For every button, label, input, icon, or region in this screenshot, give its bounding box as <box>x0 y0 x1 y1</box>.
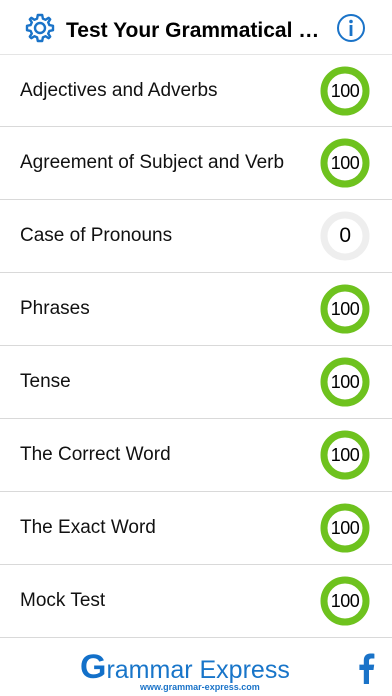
score-badge: 100 <box>320 66 370 116</box>
topic-row[interactable]: Tense 100 <box>0 346 392 419</box>
score-badge: 100 <box>320 503 370 553</box>
score-badge: 100 <box>320 430 370 480</box>
page-title: Test Your Grammatical Skills <box>66 19 330 42</box>
gear-icon[interactable] <box>24 12 56 44</box>
topic-label: Mock Test <box>20 590 106 611</box>
footer-bar: Grammar Express www.grammar-express.com <box>0 640 392 696</box>
score-badge: 100 <box>320 357 370 407</box>
app-screen: Test Your Grammatical Skills Adjectives … <box>0 0 392 696</box>
nav-bar: Test Your Grammatical Skills <box>0 0 392 54</box>
topic-label: The Exact Word <box>20 517 156 538</box>
topic-label: The Correct Word <box>20 444 171 465</box>
facebook-icon[interactable] <box>356 652 376 684</box>
logo-initial: G <box>80 648 107 686</box>
topic-row[interactable]: The Exact Word 100 <box>0 492 392 565</box>
topic-row[interactable]: Case of Pronouns 0 <box>0 200 392 273</box>
topic-row[interactable]: Mock Test 100 <box>0 565 392 638</box>
score-value: 100 <box>330 299 360 319</box>
info-icon[interactable] <box>336 13 366 43</box>
score-value: 100 <box>330 372 360 392</box>
topic-row[interactable]: Phrases 100 <box>0 273 392 346</box>
topic-label: Phrases <box>20 298 90 319</box>
topic-row[interactable]: Adjectives and Adverbs 100 <box>0 54 392 127</box>
score-badge: 100 <box>320 576 370 626</box>
topic-label: Agreement of Subject and Verb <box>20 152 285 173</box>
logo-wordmark: rammar Express <box>106 656 290 684</box>
score-value: 100 <box>330 518 360 538</box>
topic-row[interactable]: Agreement of Subject and Verb 100 <box>0 127 392 200</box>
topic-list: Adjectives and Adverbs 100 Agreement of … <box>0 54 392 638</box>
topic-row[interactable]: The Correct Word 100 <box>0 419 392 492</box>
score-value: 100 <box>330 153 360 173</box>
score-value: 100 <box>330 445 360 465</box>
score-badge: 0 <box>320 211 370 261</box>
topic-label: Case of Pronouns <box>20 225 173 246</box>
score-value: 100 <box>330 591 360 611</box>
topic-label: Tense <box>20 371 71 392</box>
score-value: 0 <box>339 224 351 247</box>
score-badge: 100 <box>320 284 370 334</box>
score-value: 100 <box>330 81 360 101</box>
logo-url[interactable]: www.grammar-express.com <box>140 682 260 692</box>
topic-label: Adjectives and Adverbs <box>20 80 218 101</box>
score-badge: 100 <box>320 138 370 188</box>
